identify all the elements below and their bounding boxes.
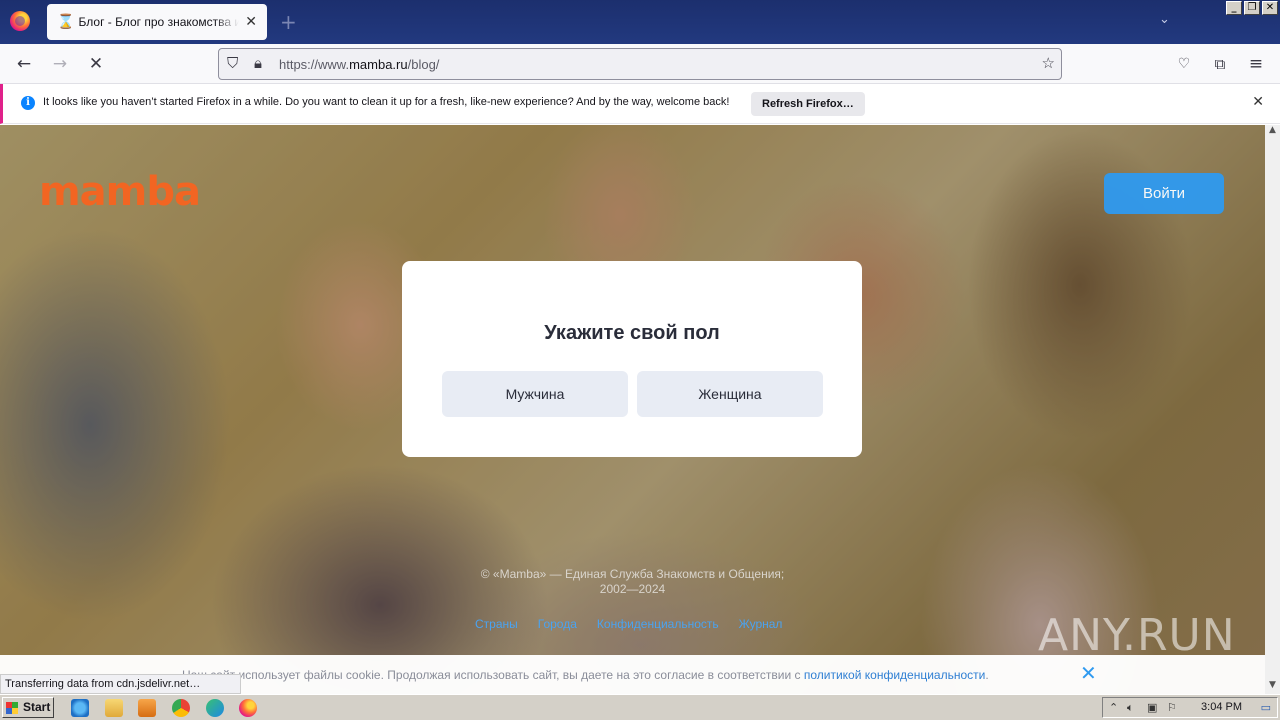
anyrun-watermark: ANY.RUN xyxy=(1038,610,1236,661)
scroll-up-icon[interactable]: ▲ xyxy=(1265,125,1280,139)
new-tab-icon[interactable]: + xyxy=(280,10,297,34)
stop-loading-icon[interactable]: ✕ xyxy=(85,53,107,75)
footer-link-countries[interactable]: Страны xyxy=(475,617,518,631)
minimize-icon[interactable]: _ xyxy=(1226,1,1242,15)
tab-active[interactable]: ⌛ Блог - Блог про знакомства и отношения… xyxy=(47,4,267,40)
browser-titlebar: ⌛ Блог - Блог про знакомства и отношения… xyxy=(0,0,1280,44)
edge-icon[interactable] xyxy=(206,699,224,717)
footer-copyright: © «Mamba» — Единая Служба Знакомств и Об… xyxy=(0,567,1265,597)
tab-title: Блог - Блог про знакомства и отношения xyxy=(78,15,240,29)
page-content: mamba Войти Укажите свой пол Мужчина Жен… xyxy=(0,125,1265,694)
ie-icon[interactable] xyxy=(71,699,89,717)
close-window-icon[interactable]: ✕ xyxy=(1262,1,1278,15)
windows-taskbar: Start ⌃ 🔈︎ ▣ ⚐ 3:04 PM ▭ xyxy=(0,694,1280,720)
copyright-line: © «Mamba» — Единая Служба Знакомств и Об… xyxy=(480,567,785,581)
lock-icon[interactable]: 🔒︎ xyxy=(254,54,262,72)
tab-close-icon[interactable]: ✕ xyxy=(245,14,257,30)
loading-hourglass-icon: ⌛ xyxy=(57,14,75,30)
window-controls: _ ❐ ✕ xyxy=(1226,1,1278,15)
tracking-shield-icon[interactable]: ⛉ xyxy=(227,54,238,72)
tray-expand-icon[interactable]: ⌃ xyxy=(1109,701,1118,714)
restore-icon[interactable]: ❐ xyxy=(1244,1,1260,15)
notification-message: It looks like you haven’t started Firefo… xyxy=(43,96,730,108)
show-desktop-icon[interactable]: ▭ xyxy=(1261,701,1271,714)
navigation-toolbar: ← → ✕ ⛉ 🔒︎ https://www.mamba.ru/blog/ ☆ … xyxy=(0,44,1280,84)
start-button[interactable]: Start xyxy=(2,697,54,718)
bookmark-star-icon[interactable]: ☆ xyxy=(1042,54,1055,72)
firefox-logo-icon[interactable] xyxy=(10,11,30,31)
scroll-down-icon[interactable]: ▼ xyxy=(1265,680,1280,694)
flag-icon[interactable]: ⚐ xyxy=(1167,701,1177,714)
back-arrow-icon[interactable]: ← xyxy=(13,53,35,75)
privacy-policy-link[interactable]: политикой конфиденциальности xyxy=(804,668,985,682)
clock[interactable]: 3:04 PM xyxy=(1201,701,1242,713)
url-bar[interactable]: ⛉ 🔒︎ https://www.mamba.ru/blog/ ☆ xyxy=(218,48,1062,80)
refresh-firefox-button[interactable]: Refresh Firefox… xyxy=(751,92,865,116)
notification-close-icon[interactable]: ✕ xyxy=(1252,94,1264,110)
url-text[interactable]: https://www.mamba.ru/blog/ xyxy=(279,57,439,72)
notification-bar: i It looks like you haven’t started Fire… xyxy=(0,84,1280,124)
footer-link-cities[interactable]: Города xyxy=(538,617,577,631)
volume-icon[interactable]: 🔈︎ xyxy=(1127,701,1134,715)
folder-icon[interactable] xyxy=(105,699,123,717)
list-all-tabs-icon[interactable]: ⌄ xyxy=(1159,12,1170,27)
vertical-scrollbar[interactable]: ▲ ▼ xyxy=(1265,125,1280,694)
pocket-icon[interactable]: ♡ xyxy=(1173,53,1195,75)
footer-link-privacy[interactable]: Конфиденциальность xyxy=(597,617,719,631)
info-icon: i xyxy=(21,96,35,110)
modal-title: Укажите свой пол xyxy=(544,322,720,344)
mamba-logo[interactable]: mamba xyxy=(39,169,201,215)
menu-hamburger-icon[interactable]: ≡ xyxy=(1245,53,1267,75)
system-tray: ⌃ 🔈︎ ▣ ⚐ 3:04 PM ▭ xyxy=(1102,697,1278,718)
gender-modal: Укажите свой пол Мужчина Женщина xyxy=(402,261,862,457)
login-button[interactable]: Войти xyxy=(1104,173,1224,214)
cookie-text: Наш сайт использует файлы cookie. Продол… xyxy=(182,668,989,682)
chrome-icon[interactable] xyxy=(172,699,190,717)
network-icon[interactable]: ▣ xyxy=(1147,701,1157,714)
media-player-icon[interactable] xyxy=(138,699,156,717)
firefox-taskbar-icon[interactable] xyxy=(239,699,257,717)
extensions-puzzle-icon[interactable]: ⧉ xyxy=(1209,53,1231,75)
footer-link-journal[interactable]: Журнал xyxy=(739,617,783,631)
female-button[interactable]: Женщина xyxy=(637,371,823,417)
footer-links: Страны Города Конфиденциальность Журнал xyxy=(475,617,782,631)
status-panel: Transferring data from cdn.jsdelivr.net… xyxy=(0,674,241,694)
forward-arrow-icon[interactable]: → xyxy=(49,53,71,75)
male-button[interactable]: Мужчина xyxy=(442,371,628,417)
copyright-years: 2002—2024 xyxy=(599,582,666,596)
cookie-close-icon[interactable]: ✕ xyxy=(1080,661,1097,685)
